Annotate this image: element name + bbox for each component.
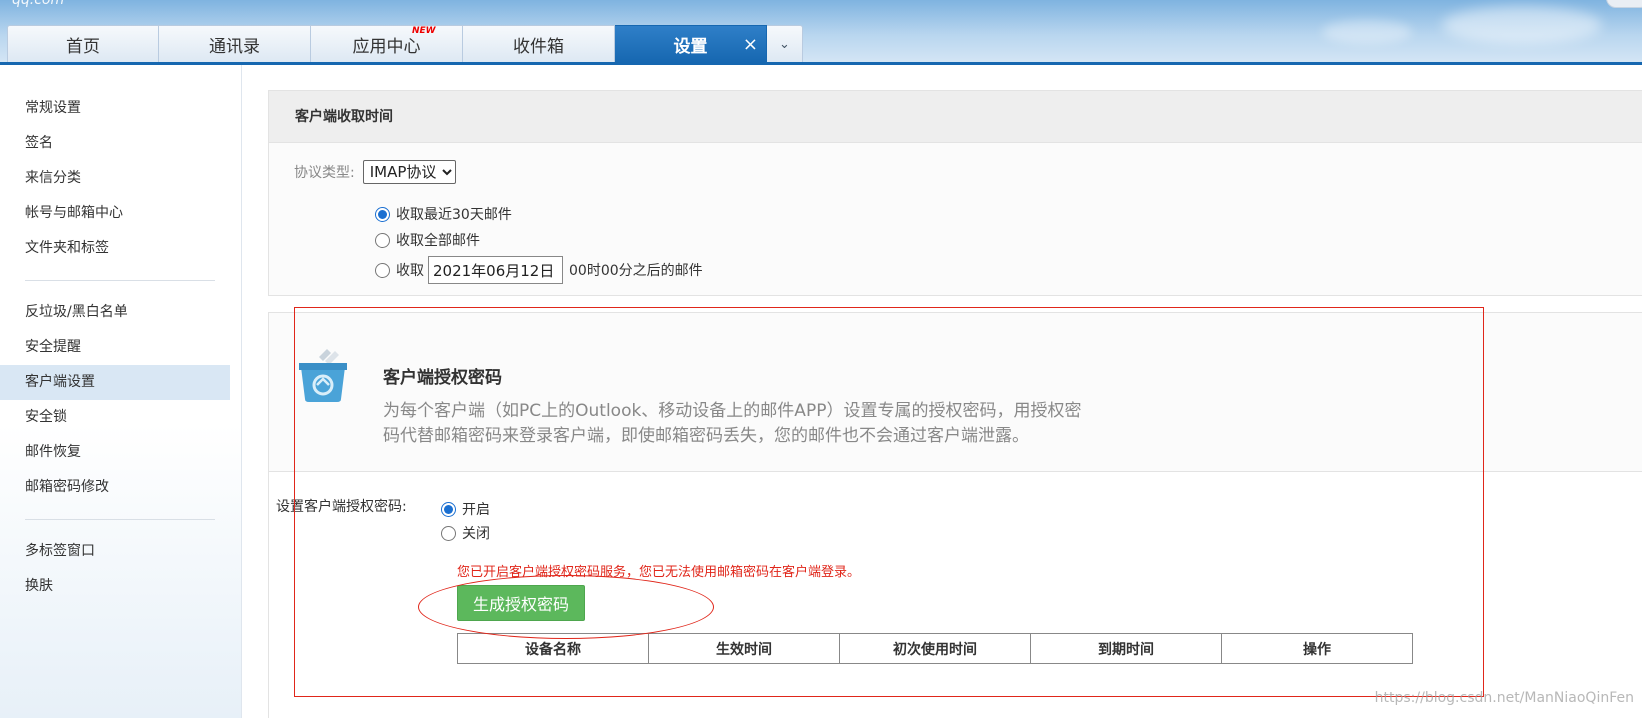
auth-warning: 您已开启客户端授权密码服务，您已无法使用邮箱密码在客户端登录。 bbox=[457, 565, 861, 580]
close-icon[interactable]: × bbox=[743, 34, 758, 55]
table-header: 操作 bbox=[1221, 633, 1413, 664]
auth-settings-area: 设置客户端授权密码: 开启 关闭 您已开启客户端授权密码服务，您已无法使用邮箱密… bbox=[268, 472, 1642, 718]
fetch-all-option[interactable]: 收取全部邮件 bbox=[375, 230, 480, 250]
fetch-all-radio[interactable] bbox=[375, 232, 390, 248]
option-label: 收取最近30天邮件 bbox=[396, 207, 512, 223]
device-table: 设备名称 生效时间 初次使用时间 到期时间 操作 bbox=[457, 633, 1413, 664]
banner-cloud bbox=[1322, 20, 1412, 44]
tab-label: 通讯录 bbox=[209, 37, 260, 57]
tab-contacts[interactable]: 通讯录 bbox=[159, 25, 311, 63]
option-label: 收取全部邮件 bbox=[396, 233, 480, 249]
main-content: 客户端收取时间 协议类型: IMAP协议 收取最近30天邮件 收取全部邮件 收取… bbox=[268, 90, 1642, 718]
protocol-select[interactable]: IMAP协议 bbox=[362, 160, 456, 184]
auth-off-radio[interactable] bbox=[441, 525, 456, 541]
panel-title: 客户端收取时间 bbox=[269, 91, 1642, 143]
sidebar-item[interactable]: 多标签窗口 bbox=[0, 534, 230, 569]
tab-label: 收件箱 bbox=[513, 37, 564, 57]
auth-title: 客户端授权密码 bbox=[383, 368, 502, 388]
tab-label: 应用中心 bbox=[352, 37, 421, 57]
protocol-label: 协议类型: bbox=[294, 165, 355, 181]
auth-description: 为每个客户端（如PC上的Outlook、移动设备上的邮件APP）设置专属的授权密… bbox=[383, 401, 1082, 446]
auth-password-panel: 客户端授权密码 为每个客户端（如PC上的Outlook、移动设备上的邮件APP）… bbox=[268, 312, 1642, 472]
fetch-date-input[interactable] bbox=[428, 256, 563, 284]
fetch-recent-radio[interactable] bbox=[375, 206, 390, 222]
option-label: 收取 bbox=[396, 263, 424, 279]
table-header: 初次使用时间 bbox=[839, 633, 1031, 664]
fetch-after-radio[interactable] bbox=[375, 262, 390, 278]
option-label: 关闭 bbox=[462, 526, 490, 542]
table-header-row: 设备名称 生效时间 初次使用时间 到期时间 操作 bbox=[457, 633, 1413, 664]
top-right-button[interactable] bbox=[1606, 0, 1642, 8]
table-header: 生效时间 bbox=[648, 633, 840, 664]
tab-home[interactable]: 首页 bbox=[7, 25, 159, 63]
protocol-row: 协议类型: IMAP协议 bbox=[294, 160, 456, 184]
chevron-down-icon[interactable]: ⌄ bbox=[767, 25, 803, 63]
sidebar-group-security: 反垃圾/黑白名单 安全提醒 客户端设置 安全锁 邮件恢复 邮箱密码修改 bbox=[0, 295, 241, 505]
table-header: 设备名称 bbox=[457, 633, 649, 664]
header-divider bbox=[0, 62, 1642, 65]
sidebar-group-general: 常规设置 签名 来信分类 帐号与邮箱中心 文件夹和标签 bbox=[0, 91, 241, 266]
tab-inbox[interactable]: 收件箱 bbox=[463, 25, 615, 63]
sidebar-item[interactable]: 安全提醒 bbox=[0, 330, 230, 365]
tab-label: 设置 bbox=[673, 37, 708, 57]
main-tabs: 首页 通讯录 应用中心 NEW 收件箱 设置 × ⌄ bbox=[7, 25, 803, 63]
sidebar-item[interactable]: 邮箱密码修改 bbox=[0, 470, 230, 505]
tab-settings[interactable]: 设置 × bbox=[615, 25, 767, 63]
sidebar-divider bbox=[25, 519, 215, 520]
sidebar-item[interactable]: 来信分类 bbox=[0, 161, 230, 196]
fetch-after-option: 收取 00时00分之后的邮件 bbox=[375, 256, 703, 284]
sidebar-divider bbox=[25, 280, 215, 281]
auth-off-option[interactable]: 关闭 bbox=[441, 523, 490, 543]
banner-cloud bbox=[1442, 6, 1602, 44]
sidebar-item[interactable]: 安全锁 bbox=[0, 400, 230, 435]
sidebar-item[interactable]: 客户端设置 bbox=[0, 365, 230, 400]
watermark: https://blog.csdn.net/ManNiaoQinFen bbox=[1374, 690, 1634, 706]
fetch-recent-option[interactable]: 收取最近30天邮件 bbox=[375, 204, 512, 224]
sidebar-item[interactable]: 签名 bbox=[0, 126, 230, 161]
sidebar-item[interactable]: 邮件恢复 bbox=[0, 435, 230, 470]
sidebar-item[interactable]: 常规设置 bbox=[0, 91, 230, 126]
sidebar-item[interactable]: 文件夹和标签 bbox=[0, 231, 230, 266]
sidebar-item[interactable]: 帐号与邮箱中心 bbox=[0, 196, 230, 231]
client-auth-icon bbox=[299, 349, 347, 402]
table-header: 到期时间 bbox=[1030, 633, 1222, 664]
tab-label: 首页 bbox=[66, 37, 100, 57]
sidebar-group-misc: 多标签窗口 换肤 bbox=[0, 534, 241, 604]
logo-fragment: qq.com bbox=[12, 0, 65, 8]
settings-sidebar: 常规设置 签名 来信分类 帐号与邮箱中心 文件夹和标签 反垃圾/黑白名单 安全提醒 客户端设… bbox=[0, 65, 242, 718]
new-badge: NEW bbox=[412, 26, 436, 36]
option-label: 开启 bbox=[462, 502, 490, 518]
sidebar-item[interactable]: 换肤 bbox=[0, 569, 230, 604]
auth-on-radio[interactable] bbox=[441, 501, 456, 517]
option-label: 00时00分之后的邮件 bbox=[569, 263, 703, 279]
auth-setting-label: 设置客户端授权密码: bbox=[276, 499, 407, 515]
tab-app-center[interactable]: 应用中心 NEW bbox=[311, 25, 463, 63]
sidebar-item[interactable]: 反垃圾/黑白名单 bbox=[0, 295, 230, 330]
generate-password-button[interactable]: 生成授权密码 bbox=[457, 585, 585, 621]
top-banner: qq.com 首页 通讯录 应用中心 NEW 收件箱 设置 × ⌄ bbox=[0, 0, 1642, 64]
auth-on-option[interactable]: 开启 bbox=[441, 499, 490, 519]
